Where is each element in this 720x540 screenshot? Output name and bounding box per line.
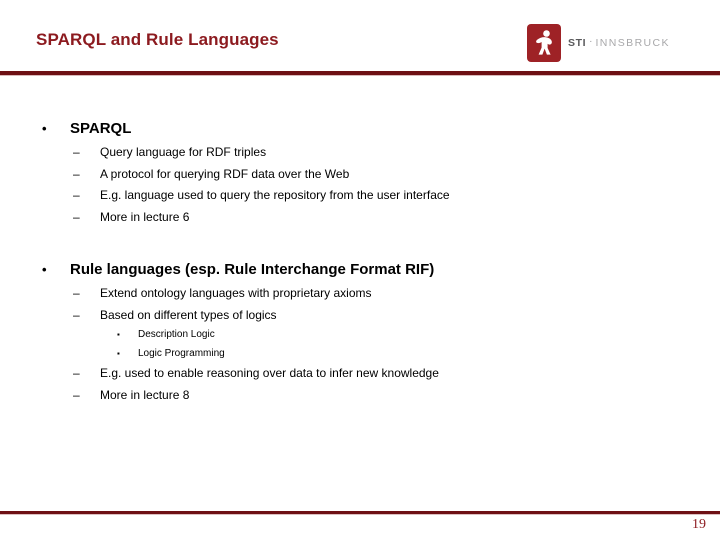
sti-innsbruck-logo: STI · INNSBRUCK [527, 24, 670, 62]
bullet-dash-icon: – [73, 166, 80, 181]
logo-sti-text: STI [568, 37, 587, 49]
bullet-level2: – More in lecture 6 [0, 210, 720, 232]
bullet-text: Query language for RDF triples [100, 145, 267, 159]
bullet-level2: – More in lecture 8 [0, 388, 720, 410]
bullet-text: E.g. language used to query the reposito… [100, 188, 450, 202]
page-number: 19 [692, 517, 706, 532]
bullet-text: SPARQL [70, 120, 132, 137]
sti-figure-icon [527, 24, 561, 62]
bullet-text: More in lecture 8 [100, 387, 190, 402]
bullet-text: Description Logic [138, 329, 215, 340]
bullet-level1: • Rule languages (esp. Rule Interchange … [0, 261, 720, 286]
bullet-dash-icon: – [73, 366, 80, 380]
bullet-level2: – E.g. language used to query the reposi… [0, 188, 720, 210]
logo-separator-dot: · [589, 36, 593, 47]
logo-innsbruck-text: INNSBRUCK [595, 37, 670, 49]
bullet-text: Logic Programming [138, 347, 225, 359]
header-divider-shadow [0, 75, 720, 76]
content-group-rule-languages: • Rule languages (esp. Rule Interchange … [0, 261, 720, 409]
bullet-text: A protocol for querying RDF data over th… [100, 166, 350, 181]
bullet-text: Rule languages (esp. Rule Interchange Fo… [70, 261, 435, 278]
bullet-level1: • SPARQL [0, 120, 720, 145]
content-group-sparql: • SPARQL – Query language for RDF triple… [0, 120, 720, 231]
footer-divider-shadow [0, 514, 720, 515]
bullet-dash-icon: – [73, 188, 80, 202]
slide: SPARQL and Rule Languages STI · INNSBRUC… [0, 0, 720, 540]
bullet-level3: ▪ Description Logic [0, 329, 720, 348]
bullet-dot-icon: • [42, 262, 47, 277]
slide-body: • SPARQL – Query language for RDF triple… [0, 120, 720, 409]
bullet-dash-icon: – [73, 387, 80, 402]
bullet-square-icon: ▪ [117, 330, 120, 339]
bullet-level3: ▪ Logic Programming [0, 348, 720, 367]
bullet-level2: – Extend ontology languages with proprie… [0, 286, 720, 308]
bullet-text: E.g. used to enable reasoning over data … [100, 366, 439, 380]
bullet-text: Based on different types of logics [100, 307, 277, 322]
bullet-level2: – E.g. used to enable reasoning over dat… [0, 366, 720, 388]
bullet-text: More in lecture 6 [100, 209, 190, 224]
bullet-text: Extend ontology languages with proprieta… [100, 286, 372, 300]
bullet-level2: – A protocol for querying RDF data over … [0, 167, 720, 189]
bullet-level2: – Query language for RDF triples [0, 145, 720, 167]
bullet-square-icon: ▪ [117, 348, 120, 358]
bullet-dash-icon: – [73, 286, 80, 300]
bullet-dash-icon: – [73, 145, 80, 159]
bullet-dash-icon: – [73, 209, 80, 224]
logo-wordmark: STI · INNSBRUCK [568, 36, 670, 50]
bullet-dash-icon: – [73, 307, 80, 322]
page-title: SPARQL and Rule Languages [36, 30, 279, 49]
bullet-level2: – Based on different types of logics [0, 308, 720, 330]
bullet-dot-icon: • [42, 121, 47, 136]
